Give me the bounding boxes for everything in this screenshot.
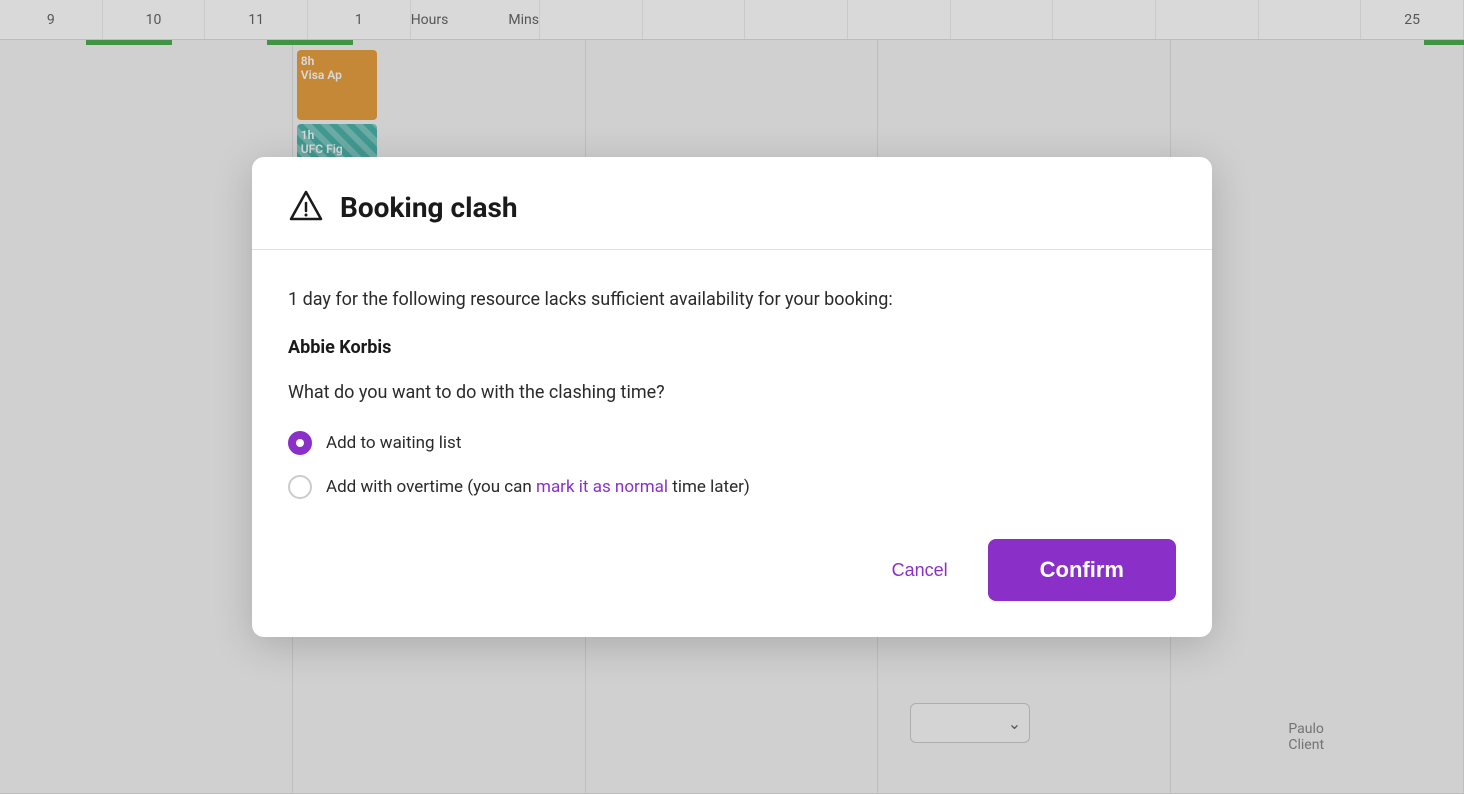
radio-circle-1 (288, 431, 312, 455)
radio-circle-2 (288, 475, 312, 499)
modal-footer: Cancel Confirm (252, 523, 1212, 637)
modal-title: Booking clash (340, 191, 518, 224)
resource-name: Abbie Korbis (288, 337, 1176, 358)
radio-option-waiting-list[interactable]: Add to waiting list (288, 431, 1176, 455)
radio-label-2-prefix: Add with overtime (you can (326, 477, 536, 497)
mark-normal-link[interactable]: mark it as normal (536, 477, 668, 497)
modal-overlay: Booking clash 1 day for the following re… (0, 0, 1464, 794)
radio-option-overtime[interactable]: Add with overtime (you can mark it as no… (288, 475, 1176, 499)
booking-clash-modal: Booking clash 1 day for the following re… (252, 157, 1212, 637)
cancel-button[interactable]: Cancel (876, 548, 964, 593)
modal-body: 1 day for the following resource lacks s… (252, 250, 1212, 523)
radio-label-1: Add to waiting list (326, 433, 461, 453)
modal-question: What do you want to do with the clashing… (288, 382, 1176, 403)
warning-icon (288, 189, 324, 225)
radio-label-2: Add with overtime (you can mark it as no… (326, 477, 750, 497)
confirm-button[interactable]: Confirm (988, 539, 1176, 601)
radio-label-2-suffix: time later) (668, 477, 750, 497)
radio-group: Add to waiting list Add with overtime (y… (288, 431, 1176, 499)
modal-header: Booking clash (252, 157, 1212, 250)
modal-description: 1 day for the following resource lacks s… (288, 286, 1176, 313)
